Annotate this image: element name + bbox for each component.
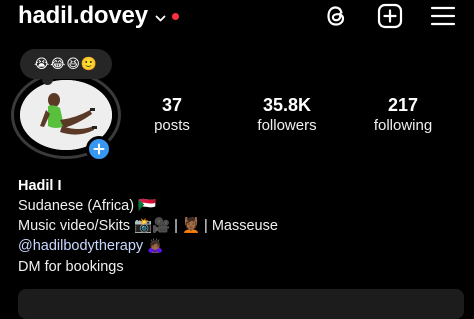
bio-link-emoji: 🙇🏾‍♀️ bbox=[147, 239, 164, 254]
stat-value: 35.8K bbox=[262, 95, 312, 115]
stat-label: followers bbox=[257, 117, 317, 134]
bio-line-origin: Sudanese (Africa) 🇸🇩 bbox=[18, 198, 157, 214]
username-title: hadil.dovey bbox=[18, 2, 148, 29]
professional-dashboard-card[interactable] bbox=[18, 289, 464, 319]
mention-link[interactable]: @hadilbodytherapy bbox=[18, 238, 143, 254]
notification-dot bbox=[171, 12, 179, 20]
display-name: Hadil I bbox=[18, 178, 62, 194]
bio-line-contact: DM for bookings bbox=[18, 259, 124, 275]
bio-line-link: @hadilbodytherapy 🙇🏾‍♀️ bbox=[18, 236, 458, 257]
profile-header: hadil.dovey bbox=[0, 0, 474, 34]
profile-bio: Hadil I Sudanese (Africa) 🇸🇩 Music video… bbox=[18, 176, 458, 277]
bio-line-work: Music video/Skits 📸🎥 | 💆🏾 | Masseuse bbox=[18, 218, 278, 234]
note-bubble[interactable]: 😭😂😆🙂 bbox=[20, 49, 112, 85]
chevron-down-icon bbox=[155, 11, 166, 22]
stat-label: following bbox=[373, 117, 433, 134]
note-text: 😭😂😆🙂 bbox=[33, 56, 99, 72]
stat-label: posts bbox=[154, 117, 190, 134]
add-story-button[interactable] bbox=[86, 136, 112, 162]
stat-value: 37 bbox=[161, 95, 183, 115]
stat-posts[interactable]: 37 posts bbox=[146, 94, 198, 136]
stat-value: 217 bbox=[387, 95, 419, 115]
account-switcher[interactable]: hadil.dovey bbox=[18, 2, 179, 30]
plus-icon bbox=[93, 143, 105, 155]
threads-icon[interactable] bbox=[322, 2, 350, 30]
menu-icon[interactable] bbox=[429, 2, 457, 30]
create-plus-icon[interactable] bbox=[376, 2, 404, 30]
stat-following[interactable]: 217 following bbox=[365, 94, 441, 136]
stat-followers[interactable]: 35.8K followers bbox=[247, 94, 327, 136]
